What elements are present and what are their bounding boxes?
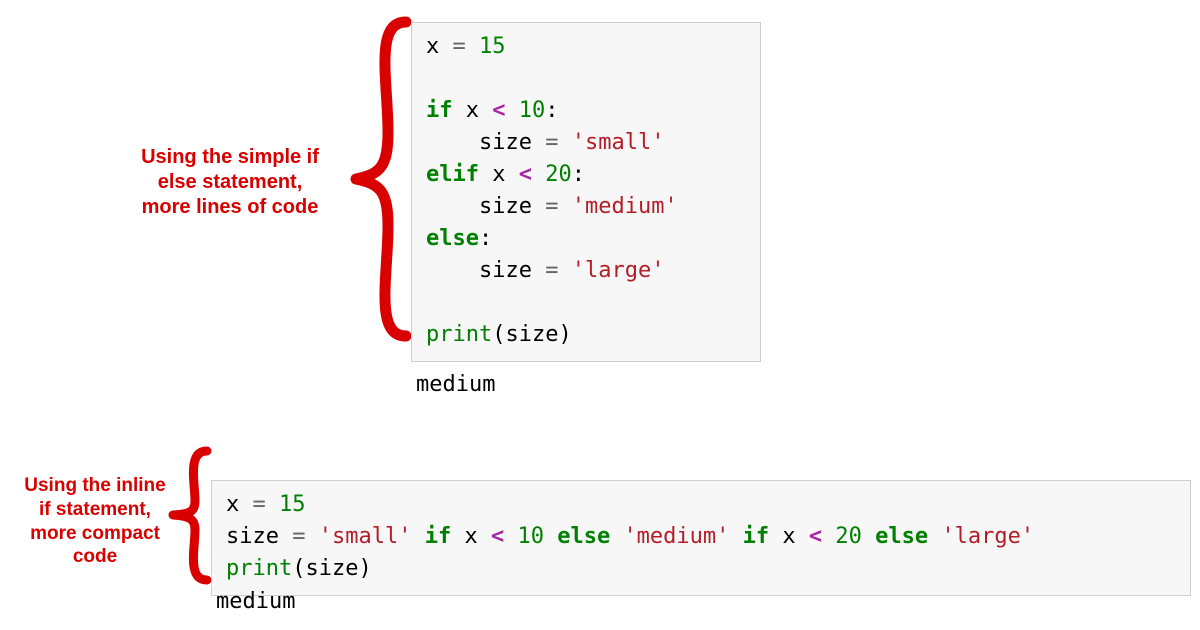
output-inline-if: medium (216, 589, 295, 614)
code-block-inline-if: x = 15 size = 'small' if x < 10 else 'me… (211, 480, 1191, 596)
caption-simple-if-else: Using the simple if else statement, more… (100, 145, 360, 220)
code-block-simple-if-else: x = 15 if x < 10: size = 'small' elif x … (411, 22, 761, 362)
output-simple-if-else: medium (416, 372, 495, 397)
figure-stage: { "captions": { "top": "Using the simple… (0, 0, 1200, 630)
caption-inline-if: Using the inline if statement, more comp… (0, 474, 190, 569)
